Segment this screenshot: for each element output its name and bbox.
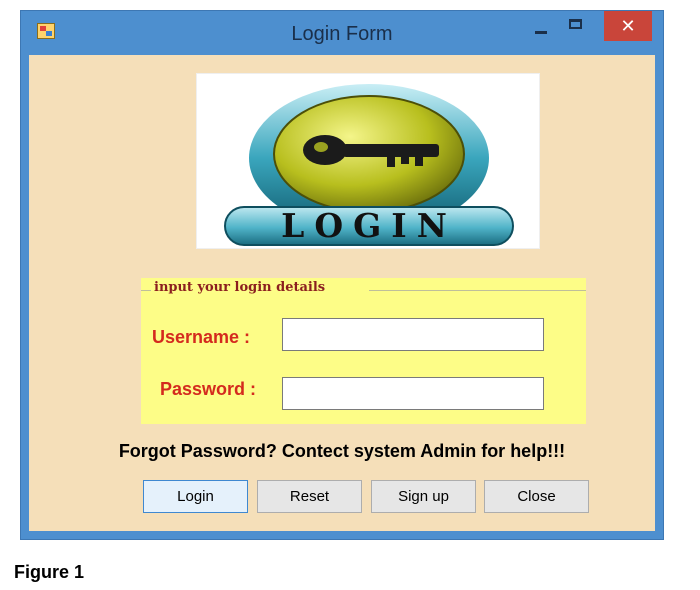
logo-text: LOGIN: [281, 206, 457, 245]
title-bar[interactable]: Login Form ✕: [21, 11, 663, 55]
maximize-icon: [569, 19, 582, 29]
password-input[interactable]: [282, 377, 544, 410]
username-input[interactable]: [282, 318, 544, 351]
figure-caption: Figure 1: [14, 562, 85, 582]
login-button[interactable]: Login: [143, 480, 248, 513]
login-logo: LOGIN: [196, 73, 540, 249]
reset-button[interactable]: Reset: [257, 480, 362, 513]
group-title: input your login details: [154, 280, 326, 295]
form-client-area: LOGIN input your login details Username …: [29, 55, 655, 531]
help-text: Forgot Password? Contect system Admin fo…: [118, 441, 566, 461]
username-label: Username :: [152, 327, 251, 347]
login-form-window: Login Form ✕ LOGIN input your login deta…: [20, 10, 664, 540]
minimize-icon: [535, 31, 547, 34]
maximize-button[interactable]: [561, 11, 591, 41]
password-label: Password :: [160, 379, 257, 399]
group-border-right: [369, 290, 586, 291]
logo-graphic: LOGIN: [224, 84, 514, 246]
close-icon: ✕: [620, 16, 636, 36]
close-window-button[interactable]: ✕: [604, 11, 652, 41]
close-button[interactable]: Close: [484, 480, 589, 513]
group-border-left: [141, 290, 151, 291]
sign-up-button[interactable]: Sign up: [371, 480, 476, 513]
minimize-button[interactable]: [526, 11, 556, 41]
